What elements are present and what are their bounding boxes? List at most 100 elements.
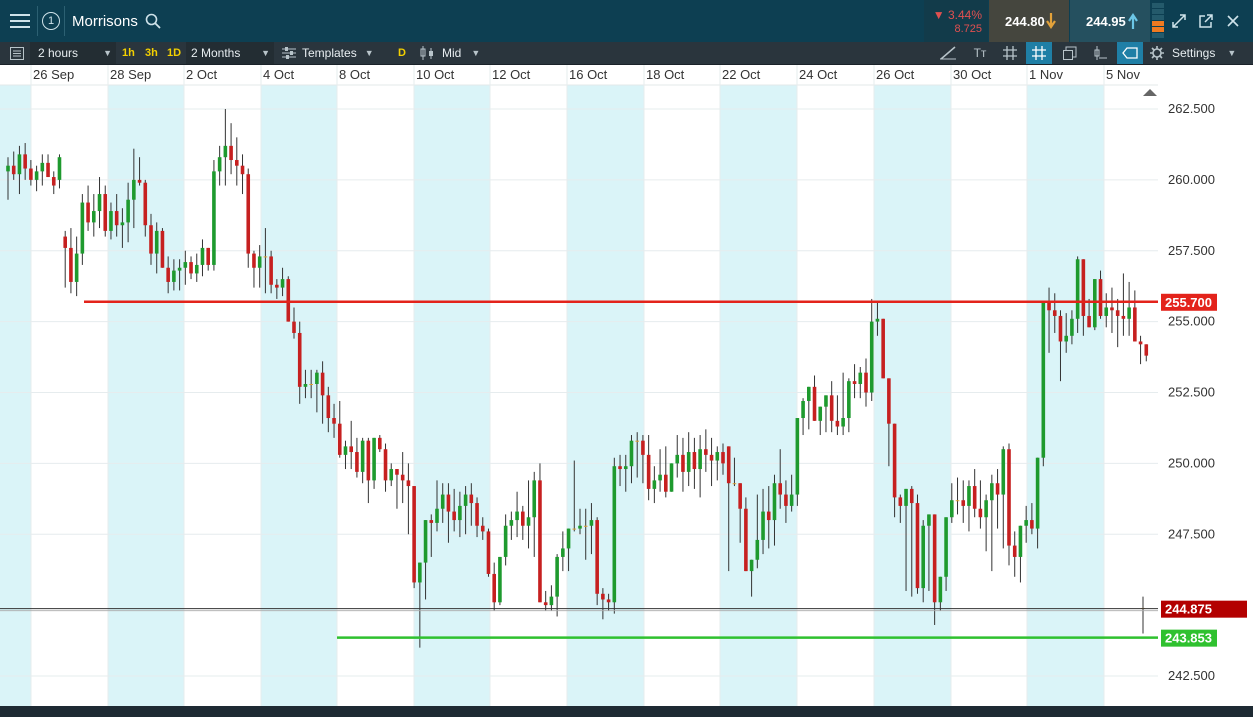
sell-price: 244.80 (1005, 14, 1045, 29)
candle-body (103, 194, 108, 231)
candle-body (6, 165, 10, 172)
candle-body (469, 494, 474, 504)
candle-body (635, 440, 639, 442)
list-icon[interactable] (10, 42, 26, 64)
candle-body (372, 437, 376, 481)
layers-icon[interactable] (1060, 42, 1080, 64)
workspace-badge[interactable]: 1 (40, 0, 62, 42)
candle-body (440, 494, 445, 509)
text-tool-icon[interactable]: Tт (970, 42, 990, 64)
candle-body (578, 525, 582, 529)
candle-body (309, 383, 313, 385)
candle-body (526, 517, 531, 526)
close-icon[interactable] (1222, 0, 1244, 42)
candle-body (423, 520, 428, 563)
candle-body (932, 514, 937, 603)
candle-body (795, 418, 800, 495)
candle-body (51, 177, 56, 186)
candle-body (566, 528, 571, 549)
candle-body (23, 154, 27, 169)
candle-body (29, 168, 33, 180)
menu-icon[interactable] (8, 0, 32, 42)
chart-toolbar: 2 hours ▼ 1h 3h 1D 2 Months ▼ Templates … (0, 42, 1253, 65)
candle-body (641, 440, 645, 455)
candle-body (709, 454, 714, 461)
d-button[interactable]: D (398, 42, 406, 64)
candle-body (1058, 315, 1063, 342)
candle-body (829, 395, 834, 421)
candle-body (1144, 344, 1149, 356)
candle-body (143, 182, 148, 226)
date-band (414, 85, 490, 712)
y-tick-label: 262.500 (1168, 101, 1215, 116)
price-type-select[interactable]: Mid ▼ (420, 42, 488, 64)
sell-button[interactable]: 244.80 (989, 0, 1069, 42)
candle-body (887, 378, 891, 424)
candle-body (898, 497, 903, 506)
grid-icon[interactable] (1000, 42, 1020, 64)
y-tick-label: 257.500 (1168, 243, 1215, 258)
candle-body (686, 452, 691, 472)
search-icon[interactable] (144, 0, 162, 42)
templates-label: Templates (302, 46, 357, 60)
date-band (874, 85, 951, 712)
label-tool-icon[interactable] (1117, 42, 1143, 64)
candle-body (549, 596, 554, 606)
crosshair-grid-icon[interactable] (1026, 42, 1052, 64)
candle-body (458, 505, 462, 521)
x-tick-label: 10 Oct (416, 67, 455, 82)
candle-body (292, 321, 296, 333)
candle-body (778, 483, 782, 495)
candle-body (69, 247, 73, 282)
instrument-name[interactable]: Morrisons (72, 0, 138, 42)
candle-body (149, 225, 153, 254)
x-tick-label: 1 Nov (1029, 67, 1063, 82)
resistance-price-label: 255.700 (1165, 295, 1212, 310)
price-type-value: Mid (442, 46, 462, 60)
candle-body (252, 253, 256, 268)
candle-body (475, 503, 479, 526)
expand-icon[interactable] (1168, 0, 1190, 42)
buy-button[interactable]: 244.95 (1070, 0, 1150, 42)
candle-body (406, 480, 411, 487)
candle-body (921, 525, 925, 589)
candle-body (675, 454, 680, 464)
candle-body (463, 494, 468, 506)
interval-1d[interactable]: 1D (167, 42, 181, 64)
candle-body (189, 262, 193, 274)
candle-body (595, 520, 599, 594)
interval-3h[interactable]: 3h (145, 42, 158, 64)
candle-body (297, 332, 302, 387)
candle-body (1070, 318, 1074, 336)
candle-body (183, 262, 188, 268)
buy-price: 244.95 (1086, 14, 1126, 29)
scroll-up-icon[interactable] (1143, 89, 1157, 96)
popout-icon[interactable] (1195, 0, 1217, 42)
candle-body (349, 446, 353, 453)
candle-body (532, 480, 537, 518)
candle-body (761, 511, 765, 540)
indicator-icon[interactable] (1090, 42, 1110, 64)
templates-icon (282, 47, 296, 59)
candle-body (818, 406, 823, 421)
draw-line-icon[interactable] (938, 42, 958, 64)
candle-body (561, 548, 565, 557)
candle-body (223, 145, 228, 158)
range-select[interactable]: 2 Months ▼ (186, 42, 274, 64)
chart-canvas[interactable]: 26 Sep 28 Sep 2 Oct 4 Oct 8 Oct 10 Oct 12 Oct 1… (0, 65, 1253, 712)
chevron-down-icon: ▼ (261, 48, 270, 58)
candle-body (875, 318, 880, 322)
y-tick-label: 247.500 (1168, 526, 1215, 541)
candle-body (732, 483, 737, 485)
candle-body (1127, 307, 1131, 319)
interval-1h[interactable]: 1h (122, 42, 135, 64)
price-chart[interactable]: 26 Sep 28 Sep 2 Oct 4 Oct 8 Oct 10 Oct 12 Oct 1… (0, 65, 1253, 712)
candle-body (269, 256, 273, 285)
templates-select[interactable]: Templates ▼ (282, 42, 382, 64)
candle-body (869, 321, 874, 393)
x-tick-label: 8 Oct (339, 67, 370, 82)
arrow-down-icon (1046, 13, 1056, 29)
interval-select[interactable]: 2 hours ▼ (30, 42, 116, 64)
divider (64, 6, 65, 36)
settings-button[interactable]: Settings ▼ (1150, 42, 1248, 64)
